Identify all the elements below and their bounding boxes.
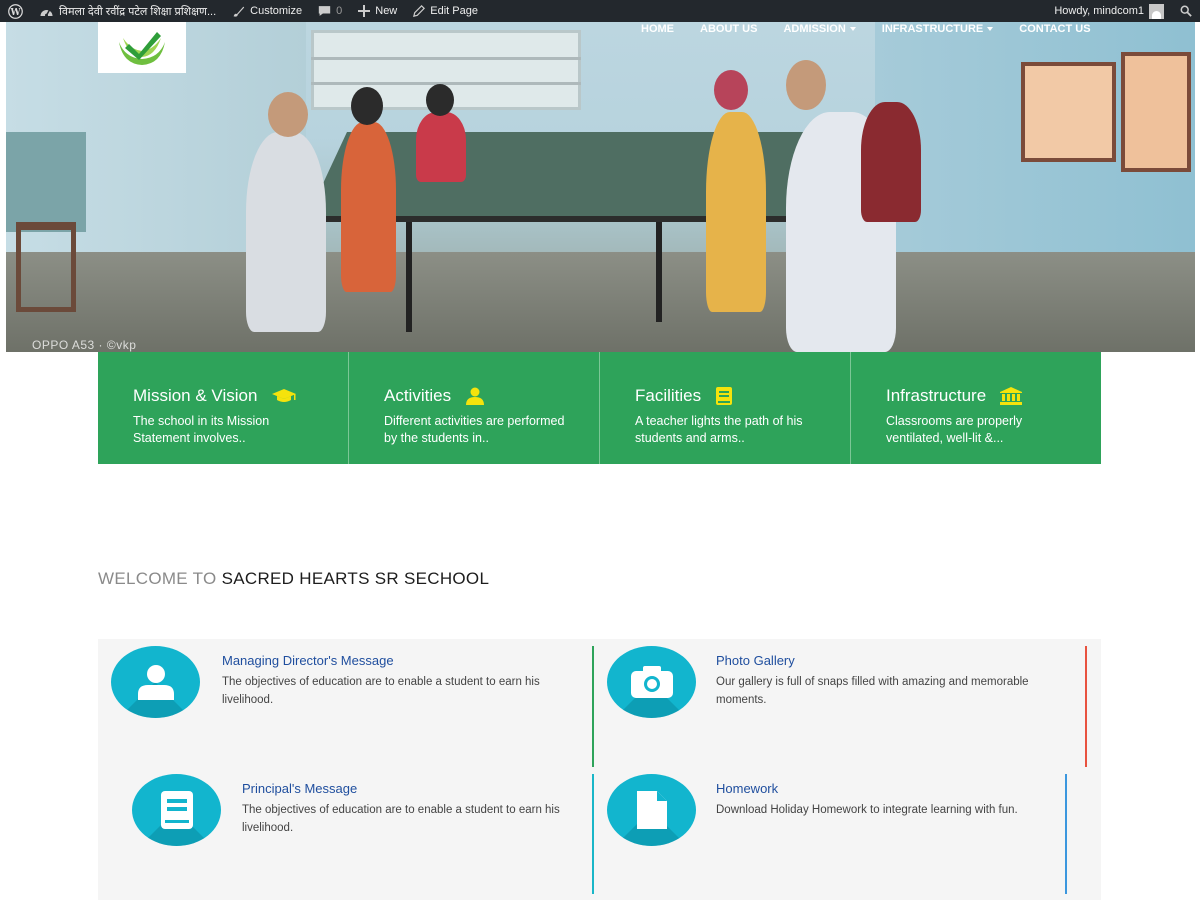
nav-item-admission[interactable]: ADMISSION <box>770 23 868 35</box>
feature-infrastructure[interactable]: Infrastructure Classrooms are properly v… <box>851 352 1101 464</box>
brush-icon <box>233 6 245 17</box>
divider <box>592 646 594 767</box>
plus-icon <box>358 5 371 17</box>
feature-title: Infrastructure <box>886 386 987 405</box>
nav-item-label: ADMISSION <box>783 23 846 35</box>
nav-item-label: ABOUT US <box>700 23 758 35</box>
site-name-label: विमला देवी रवींद्र पटेल शिक्षा प्रशिक्षण… <box>59 5 217 18</box>
svg-text:W: W <box>9 7 21 17</box>
leaf-check-logo-icon <box>119 31 165 65</box>
admin-bar-site-name[interactable]: विमला देवी रवींद्र पटेल शिक्षा प्रशिक्षण… <box>31 0 224 22</box>
nav-item-infrastructure[interactable]: INFRASTRUCTURE <box>869 23 1006 35</box>
file-icon <box>607 774 696 846</box>
avatar <box>1149 3 1164 19</box>
edit-page-label: Edit Page <box>430 5 478 17</box>
customize-label: Customize <box>250 5 303 17</box>
photo-watermark: OPPO A53 · ©vkp <box>32 338 137 352</box>
feature-title: Mission & Vision <box>133 386 258 405</box>
feature-description: Classrooms are properly ventilated, well… <box>886 414 1023 445</box>
info-cards: Managing Director's Message The objectiv… <box>98 639 1101 900</box>
card-title-managing-director[interactable]: Managing Director's Message <box>222 653 394 668</box>
school-name: SACRED HEARTS SR SECHOOL <box>221 569 490 588</box>
welcome-heading: WELCOME TO SACRED HEARTS SR SECHOOL <box>98 569 489 589</box>
feature-description: The school in its Mission Statement invo… <box>133 414 270 445</box>
nav-item-label: HOME <box>641 23 674 35</box>
book-icon <box>715 387 733 405</box>
book-icon <box>132 774 221 846</box>
nav-item-home[interactable]: HOME <box>628 23 687 35</box>
nav-item-about-us[interactable]: ABOUT US <box>687 23 770 35</box>
card-title-homework[interactable]: Homework <box>716 781 778 796</box>
welcome-prefix: WELCOME TO <box>98 569 217 588</box>
wordpress-logo-icon[interactable]: W <box>0 0 31 22</box>
feature-description: Different activities are performed by th… <box>384 414 565 445</box>
divider <box>1085 646 1087 767</box>
feature-title: Activities <box>384 386 452 405</box>
feature-facilities[interactable]: Facilities A teacher lights the path of … <box>600 352 851 464</box>
card-description: Our gallery is full of snaps filled with… <box>716 676 1029 706</box>
card-description: The objectives of education are to enabl… <box>242 804 560 834</box>
admin-bar-account[interactable]: Howdy, mindcom1 <box>1046 0 1172 22</box>
divider <box>1065 774 1067 894</box>
institution-icon <box>1000 387 1023 405</box>
admin-bar-comments[interactable]: 0 <box>310 0 350 22</box>
feature-description: A teacher lights the path of his student… <box>635 414 803 445</box>
pencil-icon <box>413 5 426 17</box>
user-icon <box>111 646 200 718</box>
nav-item-label: INFRASTRUCTURE <box>881 23 984 35</box>
nav-item-contact-us[interactable]: CONTACT US <box>1006 23 1103 35</box>
card-description: The objectives of education are to enabl… <box>222 676 540 706</box>
card-title-principal-message[interactable]: Principal's Message <box>242 781 357 796</box>
user-icon <box>465 387 485 405</box>
feature-activities[interactable]: Activities Different activities are perf… <box>349 352 600 464</box>
comment-icon <box>318 6 331 16</box>
feature-title: Facilities <box>635 386 702 405</box>
howdy-label: Howdy, mindcom1 <box>1054 5 1144 17</box>
feature-strip: Mission & Vision The school in its Missi… <box>98 352 1101 464</box>
graduation-cap-icon <box>271 388 297 404</box>
card-description: Download Holiday Homework to integrate l… <box>716 804 1018 816</box>
admin-bar-new[interactable]: New <box>350 0 405 22</box>
divider <box>592 774 594 894</box>
main-nav: HOME ABOUT US ADMISSION INFRASTRUCTURE C… <box>628 22 1104 36</box>
dashboard-icon <box>40 9 53 17</box>
new-label: New <box>375 5 398 17</box>
caret-down-icon <box>849 27 856 31</box>
card-title-photo-gallery[interactable]: Photo Gallery <box>716 653 795 668</box>
caret-down-icon <box>987 27 994 31</box>
comments-count: 0 <box>336 5 343 17</box>
nav-item-label: CONTACT US <box>1019 23 1091 35</box>
search-icon[interactable] <box>1172 0 1200 22</box>
camera-icon <box>607 646 696 718</box>
admin-bar-edit-page[interactable]: Edit Page <box>405 0 486 22</box>
admin-bar-customize[interactable]: Customize <box>224 0 310 22</box>
admin-bar: W विमला देवी रवींद्र पटेल शिक्षा प्रशिक्… <box>0 0 1200 22</box>
feature-mission-vision[interactable]: Mission & Vision The school in its Missi… <box>98 352 349 464</box>
site-logo[interactable] <box>98 22 186 73</box>
